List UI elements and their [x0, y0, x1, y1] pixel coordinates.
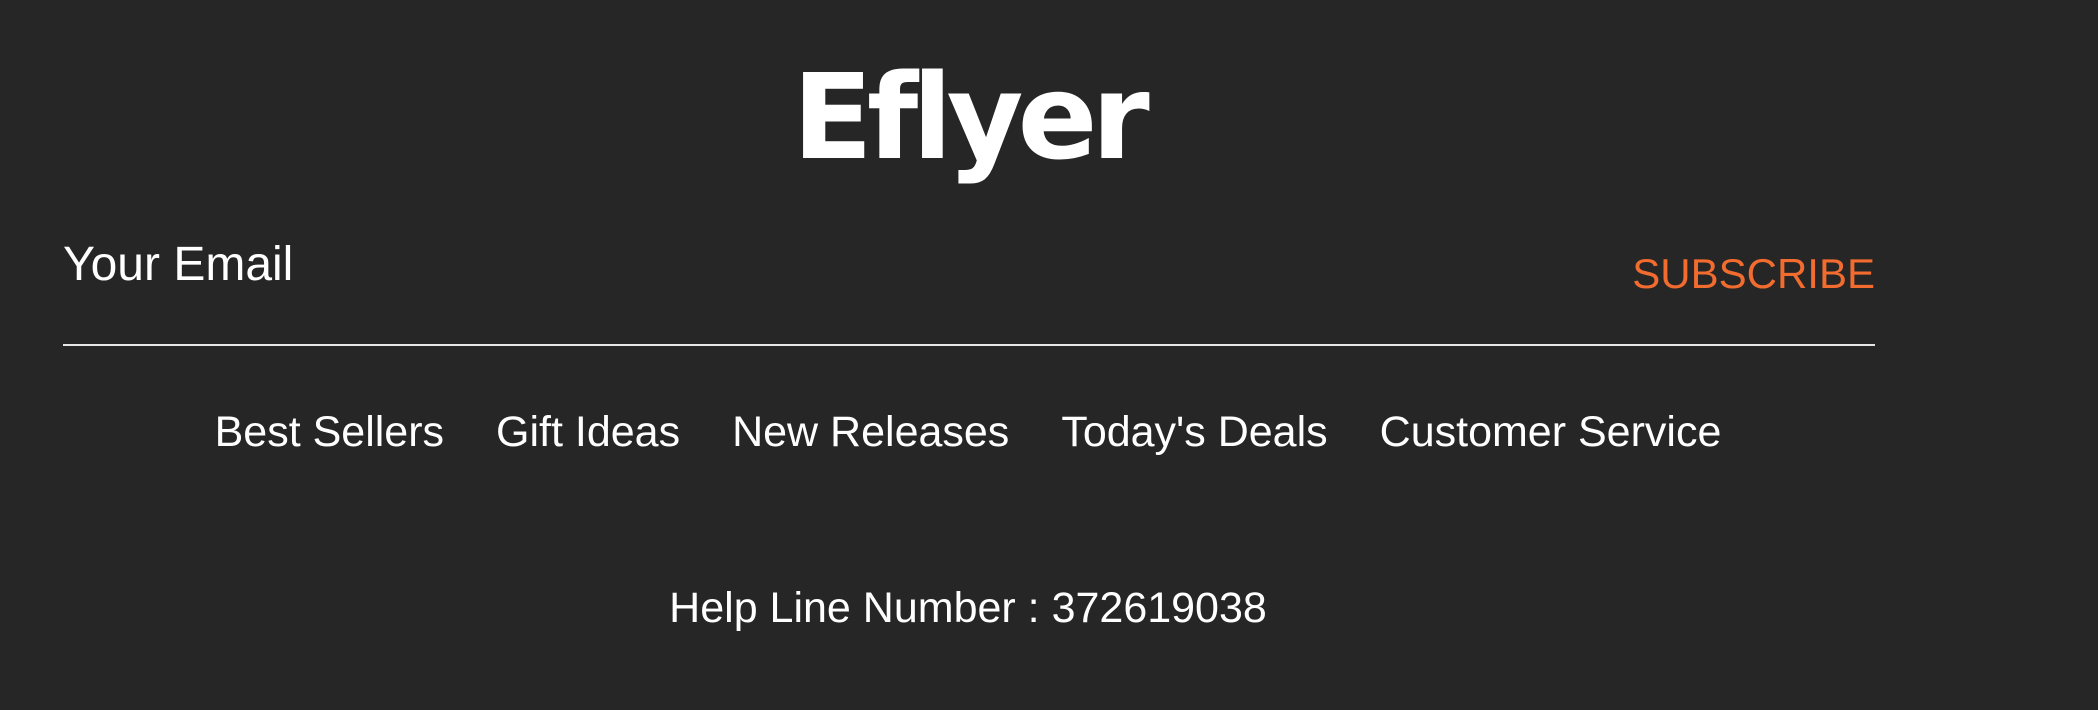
- nav-link-best-sellers[interactable]: Best Sellers: [215, 408, 444, 457]
- brand-logo[interactable]: Eflyer: [0, 58, 1936, 176]
- helpline-text: Help Line Number : 372619038: [669, 584, 1267, 632]
- nav-link-gift-ideas[interactable]: Gift Ideas: [496, 408, 680, 457]
- nav-link-customer-service[interactable]: Customer Service: [1380, 408, 1722, 457]
- newsletter-form: SUBSCRIBE: [63, 224, 1875, 346]
- subscribe-button[interactable]: SUBSCRIBE: [1632, 250, 1875, 298]
- email-input[interactable]: [63, 224, 1563, 304]
- nav-link-new-releases[interactable]: New Releases: [732, 408, 1009, 457]
- nav-link-todays-deals[interactable]: Today's Deals: [1061, 408, 1327, 457]
- footer-nav: Best Sellers Gift Ideas New Releases Tod…: [0, 408, 1936, 457]
